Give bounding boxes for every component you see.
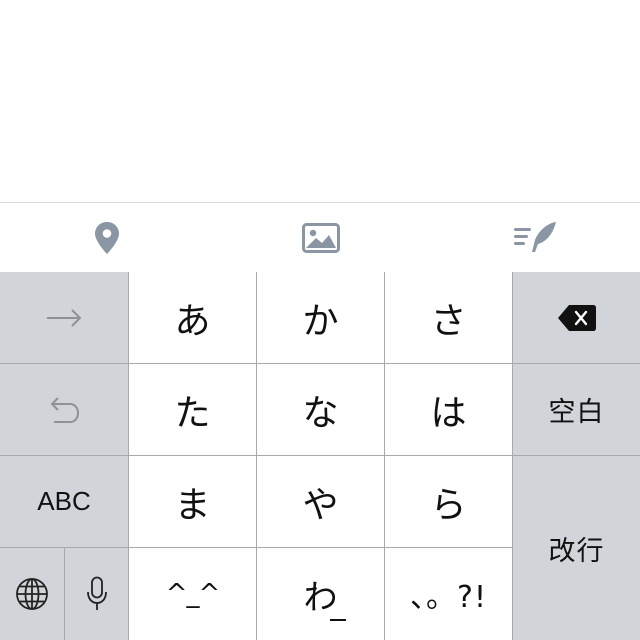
kana-key-a[interactable]: あ (129, 272, 256, 363)
text-style-quill-icon (514, 221, 556, 252)
backspace-icon (557, 304, 596, 331)
location-pin-icon (95, 221, 119, 254)
undo-arrow-icon (50, 396, 80, 423)
kana-a-label: あ (174, 300, 211, 342)
space-key[interactable]: 空白 (513, 364, 640, 455)
photo-icon (302, 222, 340, 253)
kana-ma-label: ま (174, 484, 211, 526)
kana-key-ma[interactable]: ま (129, 456, 256, 547)
punctuation-key[interactable]: 、。?! (385, 548, 512, 640)
kana-key-wa[interactable]: わ (257, 548, 384, 640)
kana-ra-label: ら (430, 484, 467, 526)
kana-ha-label: は (430, 392, 467, 434)
text-style-button[interactable] (495, 203, 575, 272)
return-key[interactable]: 改行 (513, 456, 640, 640)
space-label: 空白 (548, 397, 605, 428)
dictation-key[interactable] (65, 548, 128, 640)
right-arrow-icon (47, 308, 82, 327)
compose-toolbar (0, 202, 640, 272)
wa-small-mark (329, 618, 346, 621)
kana-wa-label: わ (303, 570, 346, 621)
kana-ta-label: た (174, 392, 211, 434)
abc-key[interactable]: ABC (0, 456, 128, 547)
delete-key[interactable] (513, 272, 640, 363)
kana-key-ra[interactable]: ら (385, 456, 512, 547)
return-label: 改行 (548, 535, 605, 567)
punctuation-label: 、。?! (410, 580, 487, 615)
abc-label: ABC (37, 486, 91, 516)
kana-na-label: な (302, 392, 339, 434)
japanese-keyboard: ABC あ か さ た な は ま や ら ^_^ わ 、。?! 空白 改行 (0, 272, 640, 640)
emoticon-label: ^_^ (165, 579, 221, 609)
kana-key-ka[interactable]: か (257, 272, 384, 363)
next-candidate-key[interactable] (0, 272, 128, 363)
kana-key-ta[interactable]: た (129, 364, 256, 455)
kana-ka-label: か (302, 300, 339, 342)
kana-ya-label: や (302, 484, 339, 526)
kana-key-na[interactable]: な (257, 364, 384, 455)
undo-key[interactable] (0, 364, 128, 455)
kana-sa-label: さ (430, 300, 467, 342)
kana-wa-text: わ (303, 577, 338, 618)
photo-button[interactable] (281, 203, 361, 272)
kana-key-ya[interactable]: や (257, 456, 384, 547)
kana-key-ha[interactable]: は (385, 364, 512, 455)
globe-icon (16, 578, 48, 610)
location-button[interactable] (67, 203, 147, 272)
emoticon-key[interactable]: ^_^ (129, 548, 256, 640)
microphone-icon (86, 576, 107, 610)
text-input-area[interactable] (0, 0, 640, 202)
kana-key-sa[interactable]: さ (385, 272, 512, 363)
globe-key[interactable] (0, 548, 64, 640)
